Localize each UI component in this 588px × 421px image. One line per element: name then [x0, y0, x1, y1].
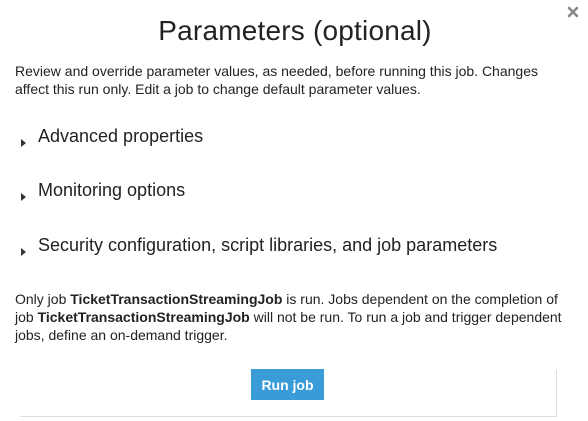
modal-title: Parameters (optional): [158, 15, 432, 46]
section-label-advanced: Advanced properties: [38, 126, 204, 146]
caret-right-icon: [18, 132, 28, 147]
parameters-modal: Parameters (optional) Review and overrid…: [0, 0, 588, 421]
modal-description: Review and override parameter values, as…: [15, 63, 538, 97]
job-name: TicketTransactionStreamingJob: [70, 291, 283, 307]
run-note: Only job TicketTransactionStreamingJob i…: [15, 290, 580, 344]
monitoring-options-toggle[interactable]: Monitoring options: [18, 180, 185, 201]
security-configuration-toggle[interactable]: Security configuration, script libraries…: [18, 235, 497, 256]
caret-right-icon: [18, 186, 28, 201]
advanced-properties-toggle[interactable]: Advanced properties: [18, 126, 203, 147]
caret-right-icon: [18, 241, 28, 256]
job-name: TicketTransactionStreamingJob: [37, 309, 250, 325]
section-label-monitoring: Monitoring options: [38, 180, 186, 200]
note-text-1: Only job: [15, 291, 71, 307]
run-job-button[interactable]: Run job: [251, 369, 324, 400]
section-label-security: Security configuration, script libraries…: [38, 235, 498, 255]
